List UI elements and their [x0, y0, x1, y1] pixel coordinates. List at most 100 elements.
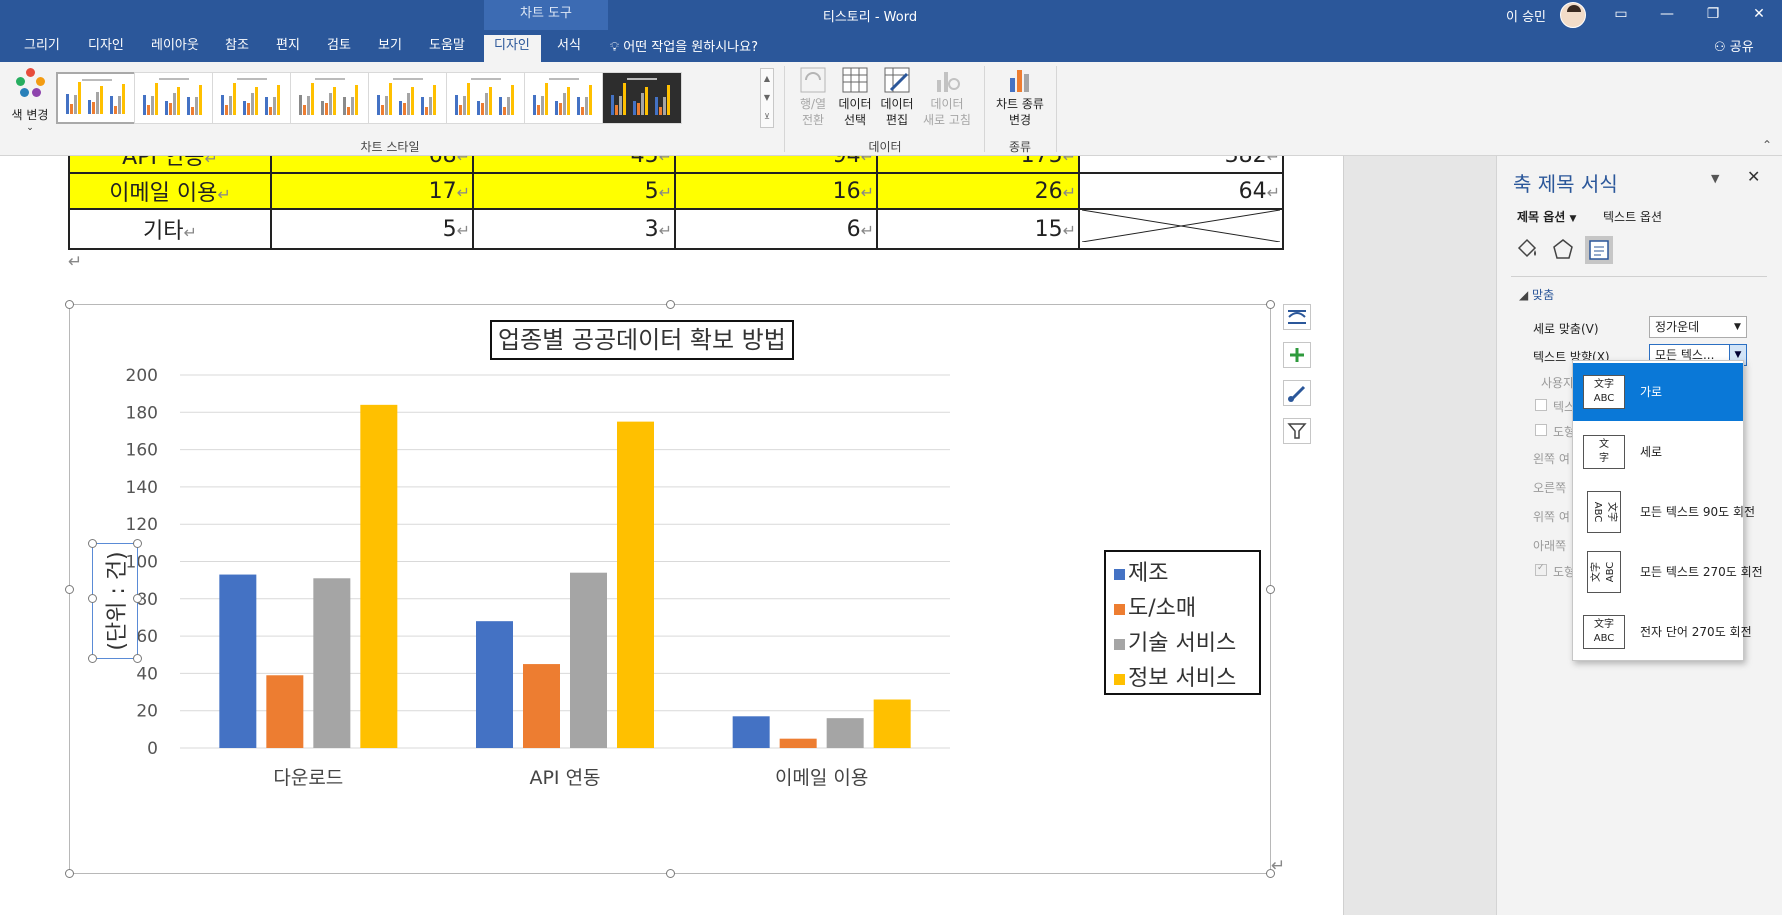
- legend-item[interactable]: 제조: [1114, 556, 1251, 591]
- chart-style-thumbnail[interactable]: [446, 72, 526, 124]
- table-cell[interactable]: 3↵: [472, 208, 676, 250]
- resize-handle[interactable]: [666, 869, 675, 878]
- chart-style-thumbnail[interactable]: [524, 72, 604, 124]
- title-options-tab[interactable]: 제목 옵션 ▼: [1517, 208, 1576, 225]
- select-data-button[interactable]: 데이터 선택: [832, 66, 878, 128]
- table-cell[interactable]: 94↵: [674, 156, 878, 174]
- text-direction-option[interactable]: 文字 ABC 전자 단어 270도 회전: [1573, 603, 1752, 661]
- legend-item[interactable]: 기술 서비스: [1114, 626, 1251, 661]
- thumbnail-bar: [110, 96, 113, 114]
- tab-references[interactable]: 참조: [215, 35, 259, 62]
- chart-style-thumbnail[interactable]: [602, 72, 682, 124]
- chart[interactable]: 0 20 40 60 80 100 120 140 160 180 200 다운로드 API 연동 이메일…: [65, 300, 1275, 878]
- tab-mailings[interactable]: 편지: [266, 35, 310, 62]
- table-cell[interactable]: 5↵: [270, 208, 474, 250]
- checkbox[interactable]: ✓: [1535, 563, 1547, 576]
- close-icon[interactable]: ✕: [1736, 0, 1782, 30]
- pane-menu-chevron-icon[interactable]: ▼: [1711, 172, 1719, 185]
- chart-styles-button[interactable]: [1283, 380, 1311, 406]
- tab-format[interactable]: 서식: [547, 35, 591, 62]
- legend-item[interactable]: 도/소매: [1114, 591, 1251, 626]
- tab-design-doc[interactable]: 디자인: [78, 35, 134, 62]
- text-direction-option[interactable]: 文字 ABC 모든 텍스트 90도 회전: [1573, 483, 1755, 541]
- resize-handle[interactable]: [666, 300, 675, 309]
- vertical-alignment-dropdown[interactable]: 정가운데 ▼: [1649, 316, 1747, 338]
- collapse-ribbon-icon[interactable]: ⌃: [1762, 138, 1772, 152]
- table-cell[interactable]: [1078, 208, 1284, 250]
- table-cell[interactable]: 64↵: [1078, 172, 1284, 210]
- tell-me-search[interactable]: 💡︎ 어떤 작업을 원하시나요?: [610, 36, 758, 55]
- avatar[interactable]: [1560, 2, 1586, 28]
- chart-style-thumbnail[interactable]: [290, 72, 370, 124]
- layout-options-button[interactable]: [1283, 304, 1311, 330]
- legend-item[interactable]: 정보 서비스: [1114, 661, 1251, 696]
- chart-styles-group-label: 차트 스타일: [360, 140, 420, 154]
- resize-handle[interactable]: [88, 594, 97, 603]
- chart-style-thumbnail[interactable]: [134, 72, 214, 124]
- tab-draw[interactable]: 그리기: [14, 35, 70, 62]
- table-cell[interactable]: 5↵: [472, 172, 676, 210]
- legend-label: 기술 서비스: [1128, 631, 1237, 656]
- table-cell-label[interactable]: 이메일 이용↵: [68, 172, 272, 210]
- resize-handle[interactable]: [1266, 300, 1275, 309]
- chart-style-thumbnail[interactable]: [212, 72, 292, 124]
- tab-chart-design[interactable]: 디자인: [484, 35, 541, 62]
- resize-handle[interactable]: [133, 594, 142, 603]
- tab-layout[interactable]: 레이아웃: [141, 35, 209, 62]
- change-chart-type-button[interactable]: 차트 종류 변경: [990, 66, 1050, 128]
- text-options-tab[interactable]: 텍스트 옵션: [1603, 208, 1662, 225]
- size-properties-icon[interactable]: [1585, 236, 1613, 264]
- share-button[interactable]: ⚇ 공유: [1714, 36, 1754, 55]
- chart-legend[interactable]: 제조 도/소매기술 서비스정보 서비스: [1104, 550, 1261, 695]
- thumbnail-bar: [221, 95, 224, 115]
- table-cell[interactable]: 68↵: [270, 156, 474, 174]
- text-direction-option[interactable]: 文字 ABC 모든 텍스트 270도 회전: [1573, 543, 1763, 601]
- table-cell[interactable]: 175↵: [876, 156, 1080, 174]
- table-cell[interactable]: 15↵: [876, 208, 1080, 250]
- table-cell[interactable]: 382↵: [1078, 156, 1284, 174]
- table-cell[interactable]: 26↵: [876, 172, 1080, 210]
- resize-handle[interactable]: [133, 654, 142, 663]
- table-cell[interactable]: 17↵: [270, 172, 474, 210]
- tab-view[interactable]: 보기: [368, 35, 412, 62]
- resize-handle[interactable]: [88, 539, 97, 548]
- switch-row-column-button[interactable]: 행/열 전환: [790, 66, 836, 128]
- tab-help[interactable]: 도움말: [419, 35, 475, 62]
- chart-style-thumbnail[interactable]: [56, 72, 136, 124]
- checkbox[interactable]: [1535, 399, 1547, 411]
- table-cell[interactable]: 16↵: [674, 172, 878, 210]
- edit-data-button[interactable]: 데이터 편집: [874, 66, 920, 128]
- custom-angle-label: 사용자: [1541, 376, 1575, 390]
- chart-filters-button[interactable]: [1283, 418, 1311, 444]
- user-name[interactable]: 이 승민: [1506, 6, 1546, 25]
- change-colors-button[interactable]: 색 변경 ⌄: [6, 68, 54, 150]
- table-cell[interactable]: 6↵: [674, 208, 878, 250]
- minimize-icon[interactable]: —: [1644, 0, 1690, 30]
- tab-review[interactable]: 검토: [317, 35, 361, 62]
- table-cell-label[interactable]: 기타↵: [68, 208, 272, 250]
- chart-style-thumbnail[interactable]: [368, 72, 448, 124]
- resize-handle[interactable]: [88, 654, 97, 663]
- resize-handle[interactable]: [65, 585, 74, 594]
- text-direction-option[interactable]: 文字 ABC 가로: [1573, 363, 1743, 421]
- resize-handle[interactable]: [133, 539, 142, 548]
- gallery-scroll[interactable]: ▲ ▼ ⊻: [760, 68, 774, 128]
- axis-title[interactable]: (단위 : 건): [88, 539, 142, 663]
- table-cell-label[interactable]: API 연동↵: [68, 156, 272, 174]
- text-direction-option[interactable]: 文 字 세로: [1573, 423, 1743, 481]
- pane-close-icon[interactable]: ✕: [1747, 167, 1760, 186]
- table-cell[interactable]: 45↵: [472, 156, 676, 174]
- chart-elements-button[interactable]: [1283, 342, 1311, 368]
- checkbox[interactable]: [1535, 424, 1547, 436]
- ribbon-display-options-icon[interactable]: ▭: [1598, 0, 1644, 30]
- refresh-data-button[interactable]: 데이터 새로 고침: [922, 66, 972, 128]
- effects-pentagon-icon[interactable]: [1549, 236, 1577, 264]
- alignment-section[interactable]: ◢ 맞춤: [1519, 286, 1554, 303]
- resize-handle[interactable]: [65, 869, 74, 878]
- chart-title[interactable]: 업종별 공공데이터 확보 방법: [490, 320, 794, 360]
- thumbnail-bar: [585, 97, 588, 115]
- resize-handle[interactable]: [1266, 585, 1275, 594]
- restore-icon[interactable]: ❐: [1690, 0, 1736, 30]
- resize-handle[interactable]: [65, 300, 74, 309]
- fill-line-icon[interactable]: [1513, 236, 1541, 264]
